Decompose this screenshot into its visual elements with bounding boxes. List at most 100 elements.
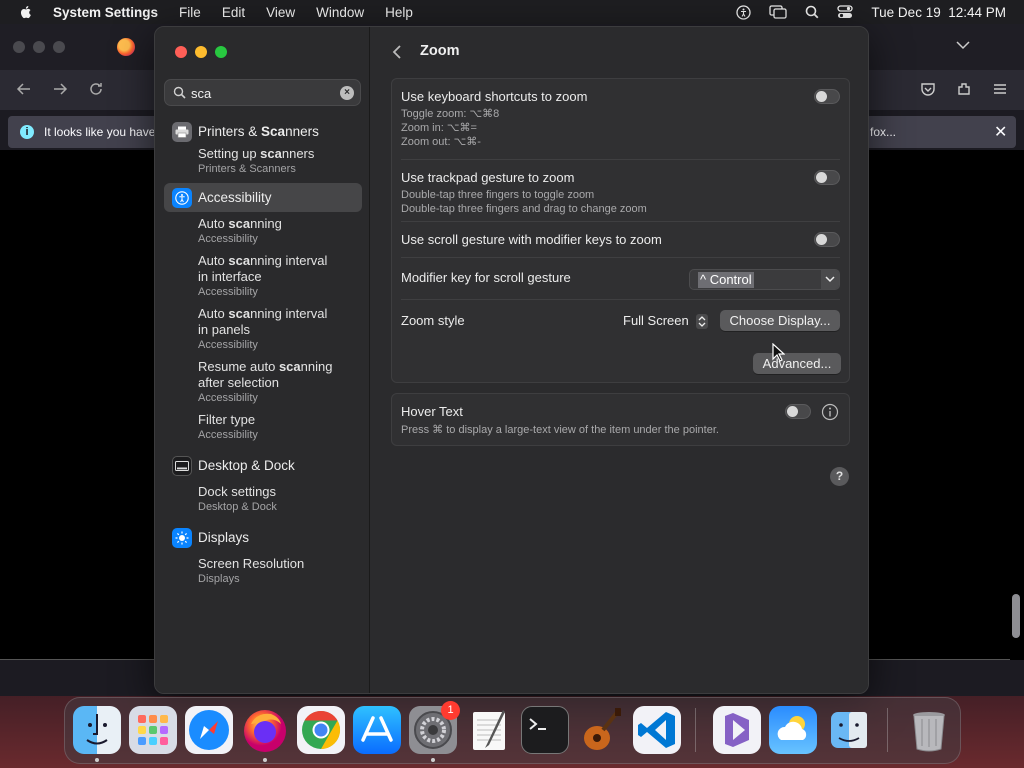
back-arrow-icon[interactable] [16,81,32,97]
dock-finder-icon[interactable] [73,706,121,754]
help-button[interactable]: ? [830,467,849,486]
browser-zoom-dot[interactable] [53,41,65,53]
dock-launchpad-icon[interactable] [129,706,177,754]
search-result-resume-auto-scanning[interactable]: Resume auto scanning after selection Acce… [164,359,362,405]
search-icon [173,86,186,99]
settings-main-pane: Zoom Use keyboard shortcuts to zoom Togg… [371,27,868,693]
dock-garageband-icon[interactable] [577,706,625,754]
desktop-dock-icon [172,455,192,476]
apple-menu-icon[interactable] [18,4,34,20]
trackpad-desc-drag: Double-tap three fingers and drag to cha… [401,203,647,215]
choose-display-button[interactable]: Choose Display... [720,310,840,331]
toggle-knob [816,234,827,245]
firefox-tab-icon[interactable] [117,38,135,56]
browser-close-dot[interactable] [13,41,25,53]
modifier-key-value: ^ Control [698,272,754,288]
toggle-knob [787,406,798,417]
search-field[interactable]: × [164,79,361,106]
window-minimize-button[interactable] [195,46,207,58]
info-icon: i [20,125,34,139]
modifier-key-row: Modifier key for scroll gesture ^ Contro… [392,258,851,298]
search-result-dock-settings[interactable]: Dock settings Desktop & Dock [164,484,362,514]
info-circle-icon[interactable] [821,403,839,421]
pocket-icon[interactable] [920,81,936,97]
menubar-clock[interactable]: Tue Dec 19 12:44 PM [871,5,1006,20]
trackpad-gesture-toggle[interactable] [814,170,840,185]
tab-list-chevron-icon[interactable] [956,40,970,50]
scroll-gesture-label: Use scroll gesture with modifier keys to… [401,232,662,247]
clear-search-icon[interactable]: × [340,86,354,100]
search-result-auto-scanning[interactable]: Auto scanning Accessibility [164,216,362,246]
browser-minimize-dot[interactable] [33,41,45,53]
search-result-subtitle: Accessibility [198,286,258,298]
screen-mirroring-icon[interactable] [769,5,788,19]
system-settings-window: × Printers & Scanners Setting up scanner… [154,26,869,694]
menu-bar: System Settings File Edit View Window He… [0,0,1024,24]
forward-arrow-icon[interactable] [52,81,68,97]
search-result-title: Screen Resolution [198,556,305,571]
zoom-settings-panel: Use keyboard shortcuts to zoom Toggle zo… [391,78,850,383]
search-result-subtitle: Desktop & Dock [198,501,277,513]
chevron-down-icon [825,276,835,283]
hover-text-label: Hover Text [401,404,463,419]
reload-icon[interactable] [88,81,104,97]
dock-safari-icon[interactable] [185,706,233,754]
search-result-auto-scanning-interval-panels[interactable]: Auto scanning interval in panels Accessib… [164,306,362,352]
hover-text-toggle[interactable] [785,404,811,419]
dock-chrome-icon[interactable] [297,706,345,754]
dock-app-store-icon[interactable] [353,706,401,754]
app-name-menu[interactable]: System Settings [53,5,158,20]
sidebar-item-desktop-dock[interactable]: Desktop & Dock [164,451,362,480]
advanced-button[interactable]: Advanced... [753,353,841,374]
sidebar-item-displays[interactable]: Displays [164,523,362,552]
dock-textedit-icon[interactable] [465,706,513,754]
hover-text-desc: Press ⌘ to display a large-text view of … [401,424,719,436]
menu-edit[interactable]: Edit [222,5,245,20]
keyboard-shortcuts-toggle[interactable] [814,89,840,104]
running-indicator [263,758,267,762]
dock-firefox-icon[interactable] [241,706,289,754]
extensions-icon[interactable] [956,81,972,97]
trackpad-desc-toggle: Double-tap three fingers to toggle zoom [401,189,595,201]
menu-file[interactable]: File [179,5,201,20]
trackpad-gesture-row: Use trackpad gesture to zoom Double-tap … [392,160,851,220]
scroll-gesture-toggle[interactable] [814,232,840,247]
keyboard-shortcuts-row: Use keyboard shortcuts to zoom Toggle zo… [392,79,851,159]
search-result-subtitle: Displays [198,573,240,585]
search-result-setting-up-scanners[interactable]: Setting up scanners Printers & Scanners [164,146,362,176]
window-close-button[interactable] [175,46,187,58]
info-bar-text-right[interactable]: fox... [870,125,896,139]
info-bar-close-icon[interactable]: ✕ [994,122,1007,142]
window-zoom-button[interactable] [215,46,227,58]
modifier-key-popup[interactable]: ^ Control [689,269,840,290]
dock-vscode-icon[interactable] [633,706,681,754]
zoom-in-shortcut: Zoom in: ⌥⌘= [401,122,477,134]
zoom-style-select[interactable]: Full Screen [623,313,709,330]
sidebar-item-printers-scanners[interactable]: Printers & Scanners [164,117,362,146]
search-input[interactable] [191,84,331,102]
browser-scrollbar-thumb[interactable] [1012,594,1020,638]
menu-window[interactable]: Window [316,5,364,20]
accessibility-status-icon[interactable] [736,4,752,20]
search-result-title: Dock settings [198,484,277,499]
search-result-auto-scanning-interval-interface[interactable]: Auto scanning interval in interface Acces… [164,253,362,299]
control-center-icon[interactable] [837,5,854,19]
spotlight-search-icon[interactable] [805,5,819,19]
hamburger-menu-icon[interactable] [992,81,1008,97]
back-chevron-icon[interactable] [392,44,402,60]
dock-visual-studio-icon[interactable] [713,706,761,754]
dock-trash-icon[interactable] [905,706,953,754]
search-result-title: Filter type [198,412,256,427]
sidebar-results-list: Printers & Scanners Setting up scanners … [164,117,362,593]
menu-help[interactable]: Help [385,5,413,20]
scroll-gesture-row: Use scroll gesture with modifier keys to… [392,222,851,256]
search-result-filter-type[interactable]: Filter type Accessibility [164,412,362,442]
dock-weather-icon[interactable] [769,706,817,754]
menu-view[interactable]: View [266,5,295,20]
search-result-screen-resolution[interactable]: Screen Resolution Displays [164,556,362,586]
search-result-subtitle: Accessibility [198,392,258,404]
dock-finder-files-icon[interactable] [825,706,873,754]
displays-icon [172,527,192,548]
sidebar-item-accessibility[interactable]: Accessibility [164,183,362,212]
dock-terminal-icon[interactable] [521,706,569,754]
